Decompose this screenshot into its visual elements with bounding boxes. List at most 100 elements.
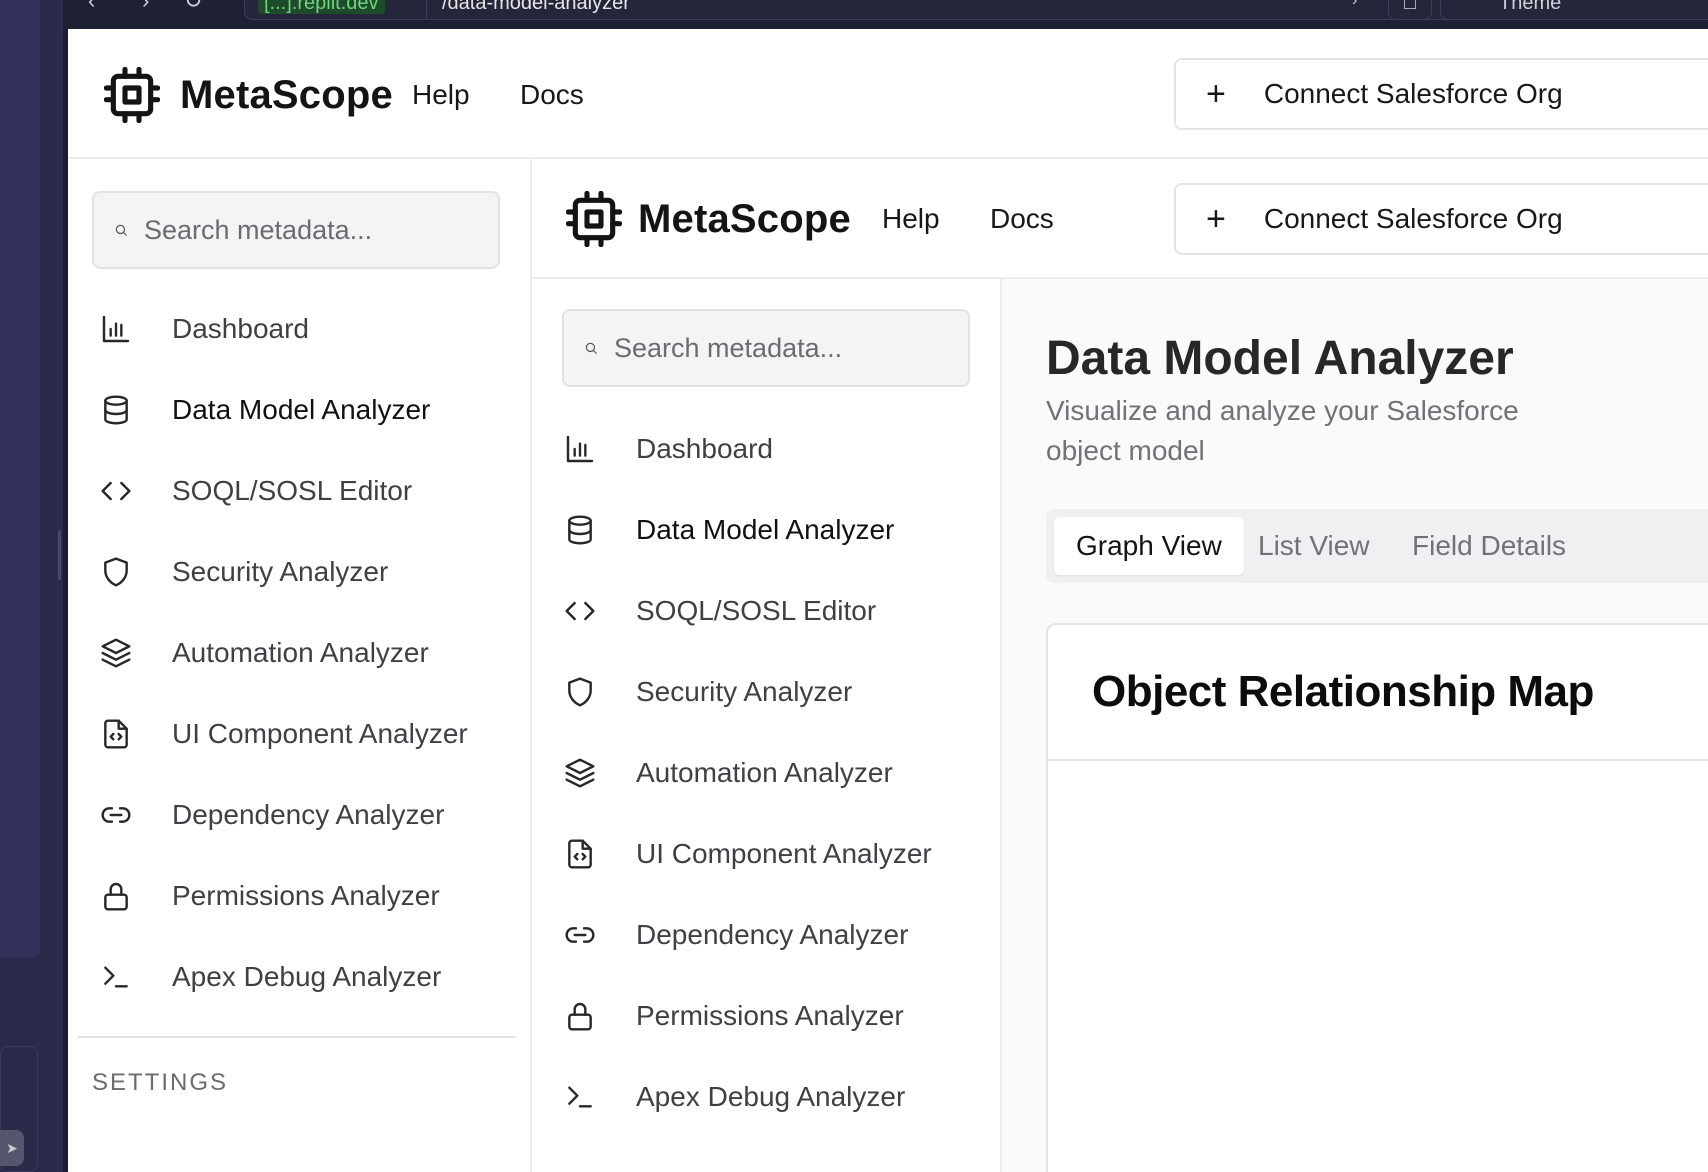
cpu-logo-icon	[566, 191, 622, 247]
plus-icon: +	[1206, 75, 1226, 113]
inner-help-link[interactable]: Help	[882, 203, 940, 235]
inner-sidebar-item-soql-sosl-editor[interactable]: SOQL/SOSL Editor	[564, 581, 1000, 641]
main-content: Data Model Analyzer Visualize and analyz…	[1002, 279, 1708, 1172]
sidebar-item-dashboard[interactable]: Dashboard	[100, 299, 530, 359]
sidebar: Dashboard Data Model Analyzer SOQL/SOSL Ed…	[68, 159, 532, 1172]
inner-sidebar-item-permissions-analyzer[interactable]: Permissions Analyzer	[564, 986, 1000, 1046]
sidebar-item-label: Data Model Analyzer	[636, 514, 895, 545]
code-icon	[565, 601, 595, 621]
sidebar-item-label: UI Component Analyzer	[636, 838, 932, 869]
sidebar-item-dependency-analyzer[interactable]: Dependency Analyzer	[100, 785, 530, 845]
sidebar-item-label: Data Model Analyzer	[172, 394, 431, 425]
inner-sidebar-item-security-analyzer[interactable]: Security Analyzer	[564, 662, 1000, 722]
sidebar-item-label: Dependency Analyzer	[172, 799, 445, 830]
inner-sidebar-item-apex-debug-analyzer[interactable]: Apex Debug Analyzer	[564, 1067, 1000, 1127]
top-navbar: MetaScope Help Docs + Connect Salesforce…	[68, 29, 1708, 159]
settings-section-label: SETTINGS	[92, 1069, 229, 1096]
sidebar-item-automation-analyzer[interactable]: Automation Analyzer	[100, 623, 530, 683]
inner-sidebar-item-dependency-analyzer[interactable]: Dependency Analyzer	[564, 905, 1000, 965]
relationship-map-card: Object Relationship Map	[1046, 623, 1708, 1172]
sidebar-item-label: Security Analyzer	[636, 676, 853, 707]
sidebar-item-label: Permissions Analyzer	[636, 1000, 904, 1031]
inner-brand-name: MetaScope	[638, 196, 851, 241]
sidebar-item-label: Dashboard	[172, 313, 309, 344]
cpu-logo-icon	[104, 67, 160, 123]
inner-sidebar-item-ui-component-analyzer[interactable]: UI Component Analyzer	[564, 824, 1000, 884]
sidebar-item-security-analyzer[interactable]: Security Analyzer	[100, 542, 530, 602]
code-icon	[101, 481, 131, 501]
database-icon	[568, 515, 592, 545]
url-path: /data-model-analyzer	[442, 0, 630, 14]
terminal-icon	[104, 966, 128, 988]
plus-icon: +	[1206, 200, 1226, 238]
inner-navbar: MetaScope Help Docs + Connect Salesforce…	[532, 159, 1708, 279]
inner-sidebar-item-dashboard[interactable]: Dashboard	[564, 419, 1000, 479]
reload-icon[interactable]: ↻	[184, 0, 202, 12]
layers-icon	[565, 758, 595, 788]
send-icon[interactable]: ➤	[0, 1130, 24, 1166]
left-panel	[0, 0, 40, 958]
sidebar-item-label: SOQL/SOSL Editor	[172, 475, 413, 506]
card-title: Object Relationship Map	[1092, 667, 1594, 716]
sidebar-item-ui-component-analyzer[interactable]: UI Component Analyzer	[100, 704, 530, 764]
url-host: [...].replit.dev	[258, 0, 385, 14]
help-link[interactable]: Help	[412, 79, 470, 111]
tab-list-view[interactable]: List View	[1236, 517, 1392, 575]
file-code-icon	[104, 719, 128, 749]
resize-handle[interactable]	[58, 530, 61, 580]
forward-icon[interactable]: ›	[142, 0, 149, 12]
brand-name: MetaScope	[180, 72, 393, 117]
inner-sidebar-item-data-model-analyzer[interactable]: Data Model Analyzer	[564, 500, 1000, 560]
file-code-icon	[568, 839, 592, 869]
sidebar-item-label: Apex Debug Analyzer	[636, 1081, 906, 1112]
bar-chart-icon	[566, 435, 594, 463]
monitor-icon: □	[1403, 0, 1417, 14]
terminal-icon	[568, 1086, 592, 1108]
devices-button[interactable]: □	[1388, 0, 1432, 20]
sidebar-item-label: UI Component Analyzer	[172, 718, 468, 749]
sidebar-item-data-model-analyzer[interactable]: Data Model Analyzer	[100, 380, 530, 440]
inner-docs-link[interactable]: Docs	[990, 203, 1054, 235]
inner-search-box[interactable]	[562, 309, 970, 387]
sidebar-item-label: Apex Debug Analyzer	[172, 961, 442, 992]
search-box[interactable]	[92, 191, 500, 269]
sidebar-divider	[78, 1036, 516, 1038]
view-tabs: Graph View List View Field Details	[1046, 509, 1708, 583]
address-bar[interactable]	[244, 0, 1500, 20]
database-icon	[104, 395, 128, 425]
inner-sidebar-item-automation-analyzer[interactable]: Automation Analyzer	[564, 743, 1000, 803]
lock-icon	[104, 882, 128, 911]
sidebar-item-label: SOQL/SOSL Editor	[636, 595, 877, 626]
sidebar-item-permissions-analyzer[interactable]: Permissions Analyzer	[100, 866, 530, 926]
sidebar-item-label: Automation Analyzer	[636, 757, 893, 788]
inner-brand[interactable]: MetaScope	[566, 191, 851, 247]
tab-field-details[interactable]: Field Details	[1390, 517, 1588, 575]
sidebar-item-label: Automation Analyzer	[172, 637, 429, 668]
inner-search-input[interactable]	[614, 332, 968, 364]
inner-sidebar: Dashboard Data Model Analyzer SOQL/SOSL Ed…	[532, 279, 1002, 1172]
browser-toolbar: ‹ › ↻ [...].replit.dev /data-model-analy…	[0, 0, 1708, 29]
left-pane: ➤	[0, 0, 63, 1172]
back-icon[interactable]: ‹	[88, 0, 95, 12]
link-icon	[101, 807, 131, 823]
connect-button-label: Connect Salesforce Org	[1263, 78, 1563, 109]
page-title: Data Model Analyzer	[1046, 332, 1514, 385]
search-input[interactable]	[144, 214, 498, 246]
tab-graph-view[interactable]: Graph View	[1054, 517, 1244, 575]
sidebar-item-apex-debug-analyzer[interactable]: Apex Debug Analyzer	[100, 947, 530, 1007]
brand[interactable]: MetaScope	[104, 67, 393, 123]
sidebar-item-label: Dashboard	[636, 433, 773, 464]
layers-icon	[101, 638, 131, 668]
link-icon	[565, 927, 595, 943]
lock-icon	[568, 1002, 592, 1031]
connect-salesforce-button[interactable]: + Connect Salesforce Org	[1174, 58, 1708, 130]
app-frame: MetaScope Help Docs + Connect Salesforce…	[68, 29, 1708, 1172]
sidebar-item-label: Security Analyzer	[172, 556, 389, 587]
search-icon	[115, 224, 127, 236]
sidebar-item-soql-sosl-editor[interactable]: SOQL/SOSL Editor	[100, 461, 530, 521]
sidebar-item-label: Permissions Analyzer	[172, 880, 440, 911]
inner-connect-salesforce-button[interactable]: + Connect Salesforce Org	[1174, 183, 1708, 255]
theme-button[interactable]: Theme	[1440, 0, 1708, 20]
docs-link[interactable]: Docs	[520, 79, 584, 111]
preview-frame: MetaScope Help Docs + Connect Salesforce…	[532, 159, 1708, 1172]
